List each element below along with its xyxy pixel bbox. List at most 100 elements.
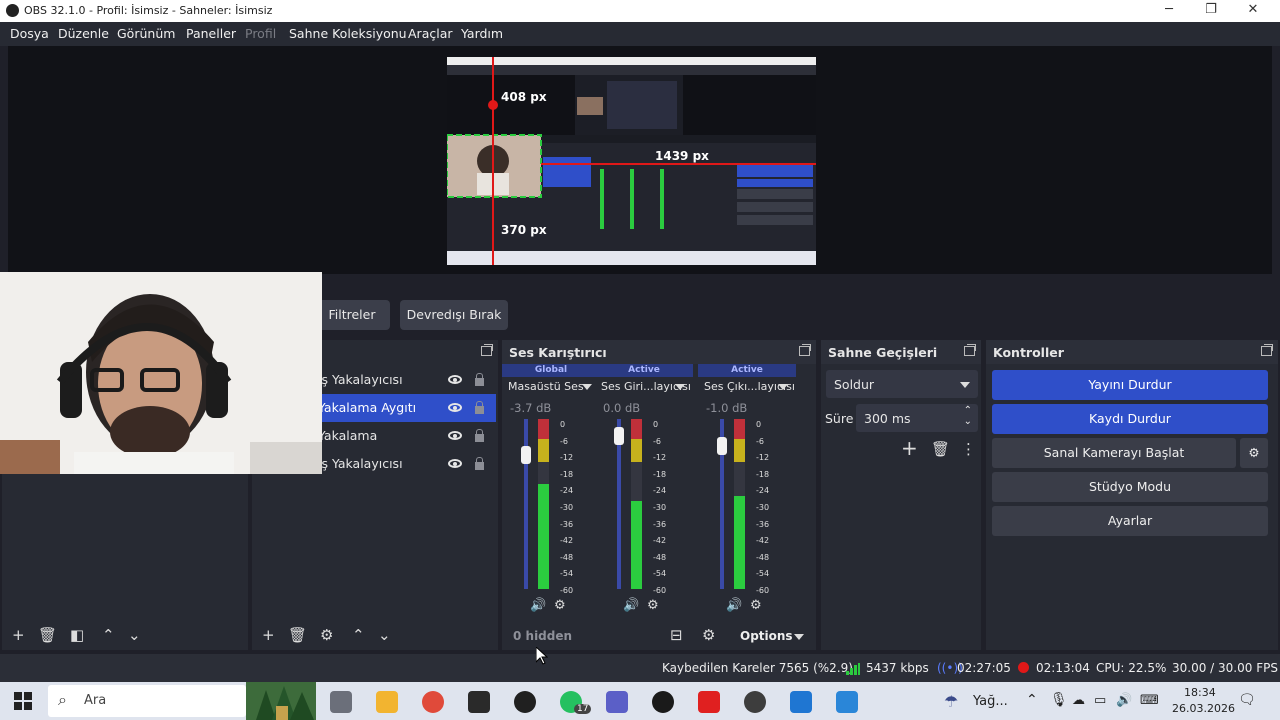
- stop-stream-button[interactable]: Yayını Durdur: [992, 370, 1268, 400]
- source-properties-gear-icon[interactable]: ⚙: [320, 627, 333, 643]
- dropped-frames: Kaybedilen Kareler 7565 (%2.9): [662, 661, 853, 675]
- menu-duzenle[interactable]: Düzenle: [58, 26, 109, 41]
- controls-float-icon[interactable]: [1261, 344, 1273, 356]
- app-icon[interactable]: [468, 691, 490, 713]
- virtual-camera-button[interactable]: Sanal Kamerayı Başlat: [992, 438, 1236, 468]
- menu-gorunum[interactable]: Görünüm: [117, 26, 175, 41]
- spin-down-icon[interactable]: ⌄: [964, 416, 972, 427]
- move-source-up-icon[interactable]: ⌃: [352, 627, 365, 643]
- hidden-count[interactable]: 0 hidden: [513, 629, 572, 643]
- volume-fader-track[interactable]: [524, 419, 528, 589]
- media-player-icon[interactable]: [744, 691, 766, 713]
- channel-settings-icon[interactable]: ⚙: [647, 598, 659, 614]
- meter-tick: -42: [756, 536, 770, 546]
- settings-button[interactable]: Ayarlar: [992, 506, 1268, 536]
- volume-icon[interactable]: 🔊: [1116, 693, 1132, 708]
- virtual-camera-settings-button[interactable]: ⚙: [1240, 438, 1268, 468]
- clock-date[interactable]: 26.03.2026: [1172, 702, 1235, 715]
- visibility-eye-icon[interactable]: [448, 431, 462, 440]
- volume-fader-handle[interactable]: [614, 426, 624, 445]
- duration-spinbox[interactable]: 300 ms ⌃ ⌄: [856, 404, 978, 432]
- store-icon[interactable]: [790, 691, 812, 713]
- menu-profil[interactable]: Profil: [245, 26, 276, 41]
- remove-transition-icon[interactable]: 🗑: [931, 441, 950, 457]
- maximize-button[interactable]: ❐: [1196, 2, 1226, 20]
- presenter-image: [0, 272, 322, 474]
- transition-menu-icon[interactable]: ⋮: [961, 441, 976, 457]
- close-button[interactable]: ✕: [1238, 2, 1268, 20]
- move-source-down-icon[interactable]: ⌄: [378, 627, 391, 643]
- channel-chevron-down-icon[interactable]: [675, 384, 685, 390]
- stop-record-button[interactable]: Kaydı Durdur: [992, 404, 1268, 434]
- move-scene-up-icon[interactable]: ⌃: [102, 627, 115, 643]
- photos-icon[interactable]: [836, 691, 858, 713]
- taskbar-search[interactable]: ⌕ Ara: [48, 685, 246, 717]
- menu-araclar[interactable]: Araçlar: [408, 26, 453, 41]
- add-transition-icon[interactable]: +: [901, 438, 918, 458]
- notifications-icon[interactable]: 🗨: [1238, 692, 1256, 708]
- menu-dosya[interactable]: Dosya: [10, 26, 49, 41]
- chrome-icon[interactable]: [422, 691, 444, 713]
- mixer-layout-icon[interactable]: ⊟: [670, 627, 683, 643]
- visibility-eye-icon[interactable]: [448, 403, 462, 412]
- file-explorer-icon[interactable]: [376, 691, 398, 713]
- task-view-icon[interactable]: [330, 691, 352, 713]
- add-source-icon[interactable]: +: [262, 627, 275, 643]
- app-g-icon[interactable]: [652, 691, 674, 713]
- filters-button[interactable]: Filtreler: [314, 300, 390, 330]
- options-chevron-down-icon[interactable]: [794, 634, 804, 640]
- mixer-float-icon[interactable]: [799, 344, 811, 356]
- channel-chevron-down-icon[interactable]: [778, 384, 788, 390]
- channel-chevron-down-icon[interactable]: [582, 384, 592, 390]
- channel-settings-icon[interactable]: ⚙: [750, 598, 762, 614]
- remove-scene-icon[interactable]: 🗑: [38, 627, 57, 643]
- channel-name[interactable]: Masaüstü Ses: [508, 380, 584, 393]
- cloud-icon[interactable]: ☁: [1072, 693, 1085, 708]
- lock-icon[interactable]: [475, 457, 484, 470]
- volume-fader-handle[interactable]: [521, 446, 531, 465]
- sources-float-icon[interactable]: [481, 344, 493, 356]
- keyboard-icon[interactable]: ⌨: [1140, 693, 1159, 708]
- mixer-channel: Active Ses Çıkı...layıcısı -1.0 dB 0 -6 -12 -1…: [698, 364, 796, 620]
- windows-start-icon[interactable]: [14, 692, 32, 710]
- weather-text[interactable]: Yağ...: [973, 694, 1008, 709]
- measure-bottom-label: 370 px: [501, 223, 547, 237]
- channel-settings-icon[interactable]: ⚙: [554, 598, 566, 614]
- transition-select-value: Soldur: [834, 377, 875, 392]
- lock-icon[interactable]: [475, 401, 484, 414]
- disable-button[interactable]: Devredışı Bırak: [400, 300, 508, 330]
- transitions-float-icon[interactable]: [964, 344, 976, 356]
- volume-fader-handle[interactable]: [717, 437, 727, 456]
- microphone-icon[interactable]: 🎙: [1050, 692, 1068, 708]
- teams-icon[interactable]: [606, 691, 628, 713]
- obs-taskbar-icon[interactable]: [514, 691, 536, 713]
- chevron-down-icon: [960, 382, 970, 388]
- meter-tick: -24: [560, 486, 574, 496]
- advanced-audio-gear-icon[interactable]: ⚙: [702, 627, 715, 643]
- mute-speaker-icon[interactable]: 🔊: [726, 598, 742, 614]
- program-preview-canvas[interactable]: 408 px 1439 px 370 px: [447, 57, 816, 265]
- options-dropdown[interactable]: Options: [740, 629, 793, 643]
- remove-source-icon[interactable]: 🗑: [288, 627, 307, 643]
- weather-icon[interactable]: ☂: [944, 692, 958, 711]
- youtube-icon[interactable]: [698, 691, 720, 713]
- menu-paneller[interactable]: Paneller: [186, 26, 236, 41]
- visibility-eye-icon[interactable]: [448, 459, 462, 468]
- clock-time[interactable]: 18:34: [1184, 686, 1216, 699]
- lock-icon[interactable]: [475, 429, 484, 442]
- lock-icon[interactable]: [475, 373, 484, 386]
- mute-speaker-icon[interactable]: 🔊: [623, 598, 639, 614]
- move-scene-down-icon[interactable]: ⌄: [128, 627, 141, 643]
- minimize-button[interactable]: ─: [1154, 2, 1184, 20]
- spin-up-icon[interactable]: ⌃: [964, 405, 972, 416]
- transition-select[interactable]: Soldur: [826, 370, 978, 398]
- tray-chevron-up-icon[interactable]: ⌃: [1026, 692, 1038, 708]
- visibility-eye-icon[interactable]: [448, 375, 462, 384]
- menu-yardim[interactable]: Yardım: [461, 26, 503, 41]
- add-scene-icon[interactable]: +: [12, 627, 25, 643]
- mute-speaker-icon[interactable]: 🔊: [530, 598, 546, 614]
- network-icon[interactable]: ▭: [1094, 693, 1106, 708]
- studio-mode-button[interactable]: Stüdyo Modu: [992, 472, 1268, 502]
- scene-filters-icon[interactable]: ◧: [70, 627, 84, 643]
- menu-sahne-koleksiyonu[interactable]: Sahne Koleksiyonu: [289, 26, 407, 41]
